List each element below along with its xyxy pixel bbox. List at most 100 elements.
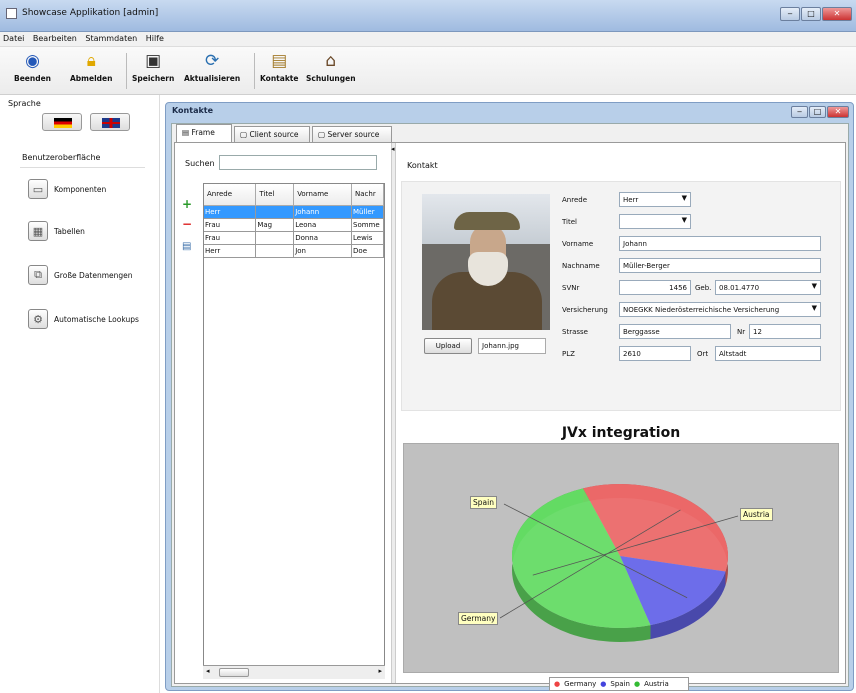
table-cell[interactable] bbox=[255, 205, 295, 219]
nachname-field[interactable]: Müller-Berger bbox=[619, 258, 821, 273]
split-divider[interactable]: ◂ bbox=[391, 143, 396, 683]
toolbar-separator bbox=[254, 53, 255, 89]
pie-label-germany: Germany bbox=[458, 612, 499, 625]
table-cell[interactable]: Mag bbox=[255, 218, 295, 232]
aktualisieren-label: Aktualisieren bbox=[184, 74, 241, 83]
menu-datei[interactable]: Datei bbox=[0, 32, 27, 43]
sidebar: Sprache Benutzeroberfläche ▭ Komponenten… bbox=[0, 95, 160, 693]
titel-select[interactable]: ▼ bbox=[619, 214, 691, 229]
abmelden-button[interactable]: 🔒︎ Abmelden bbox=[70, 51, 112, 83]
sidebar-item-label: Automatische Lookups bbox=[54, 314, 139, 324]
table-cell[interactable]: Lewis bbox=[351, 231, 384, 245]
upload-button[interactable]: Upload bbox=[424, 338, 472, 354]
window-title: Showcase Applikation [admin] bbox=[22, 8, 159, 18]
file-name-field: Johann.jpg bbox=[478, 338, 546, 354]
tab-server-source[interactable]: ▢ Server source bbox=[312, 126, 392, 142]
app-icon bbox=[6, 8, 17, 19]
maximize-icon[interactable]: □ bbox=[809, 106, 826, 118]
pie-chart-panel: JVx integration Spain Austria Germany ● G… bbox=[401, 419, 841, 691]
table-cell[interactable]: Leona bbox=[293, 218, 353, 232]
table-cell[interactable]: Johann bbox=[293, 205, 353, 219]
tab-client-source[interactable]: ▢ Client source bbox=[234, 126, 310, 142]
database-icon: ⧉ bbox=[28, 265, 48, 285]
table-cell[interactable]: Herr bbox=[204, 244, 257, 258]
contacts-table: Anrede Titel Vorname Nachr Herr Johann M… bbox=[203, 183, 385, 679]
menu-hilfe[interactable]: Hilfe bbox=[143, 32, 167, 43]
table-cell[interactable]: Somme bbox=[351, 218, 384, 232]
abmelden-label: Abmelden bbox=[70, 74, 113, 83]
menu-bearbeiten[interactable]: Bearbeiten bbox=[30, 32, 80, 43]
table-cell[interactable]: Frau bbox=[204, 218, 257, 232]
uk-flag-icon bbox=[102, 118, 120, 128]
table-row[interactable]: Frau Mag Leona Somme bbox=[204, 218, 384, 232]
plz-field[interactable]: 2610 bbox=[619, 346, 691, 361]
ort-label: Ort bbox=[697, 350, 709, 358]
tab-frame[interactable]: ▤ Frame bbox=[176, 124, 232, 142]
horizontal-scrollbar[interactable]: ◂ ▸ bbox=[203, 665, 385, 679]
table-cell[interactable] bbox=[255, 244, 295, 258]
schulungen-button[interactable]: ⌂ Schulungen bbox=[306, 51, 356, 83]
nr-field[interactable]: 12 bbox=[749, 324, 821, 339]
contact-detail-panel: Upload Johann.jpg Anrede Herr ▼ Titel ▼ V… bbox=[401, 181, 841, 411]
versicherung-select[interactable]: NOEGKK Niederösterreichische Versicherun… bbox=[619, 302, 821, 317]
column-header[interactable]: Nachr bbox=[351, 184, 384, 206]
table-row[interactable]: Herr Johann Müller bbox=[204, 205, 384, 219]
vorname-field[interactable]: Johann bbox=[619, 236, 821, 251]
scroll-left-icon[interactable]: ◂ bbox=[206, 667, 210, 675]
sidebar-item-automatische-lookups[interactable]: ⚙ Automatische Lookups bbox=[28, 309, 139, 329]
table-row[interactable]: Herr Jon Doe bbox=[204, 244, 384, 258]
kontakte-button[interactable]: ▤ Kontakte bbox=[260, 51, 298, 83]
versicherung-label: Versicherung bbox=[562, 306, 608, 314]
column-header[interactable]: Titel bbox=[255, 184, 295, 206]
search-input[interactable] bbox=[219, 155, 377, 170]
beenden-button[interactable]: ◉ Beenden bbox=[14, 51, 51, 83]
save-icon: ▣ bbox=[145, 51, 162, 71]
menu-stammdaten[interactable]: Stammdaten bbox=[82, 32, 140, 43]
add-row-icon[interactable]: + bbox=[182, 197, 192, 211]
close-icon[interactable]: ✕ bbox=[822, 7, 852, 21]
maximize-icon[interactable]: □ bbox=[801, 7, 821, 21]
delete-row-icon[interactable]: − bbox=[182, 217, 192, 231]
titel-label: Titel bbox=[562, 218, 578, 226]
chevron-down-icon: ▼ bbox=[811, 282, 817, 290]
column-header[interactable]: Vorname bbox=[293, 184, 353, 206]
gear-icon: ⚙ bbox=[28, 309, 48, 329]
sidebar-item-grosse-datenmengen[interactable]: ⧉ Große Datenmengen bbox=[28, 265, 133, 285]
table-cell[interactable] bbox=[255, 231, 295, 245]
german-flag-button[interactable] bbox=[42, 113, 82, 131]
table-cell[interactable]: Frau bbox=[204, 231, 257, 245]
table-cell[interactable]: Müller bbox=[351, 205, 384, 219]
table-row[interactable]: Frau Donna Lewis bbox=[204, 231, 384, 245]
divider bbox=[20, 167, 145, 168]
english-flag-button[interactable] bbox=[90, 113, 130, 131]
strasse-field[interactable]: Berggasse bbox=[619, 324, 731, 339]
scroll-right-icon[interactable]: ▸ bbox=[378, 667, 382, 675]
sidebar-item-komponenten[interactable]: ▭ Komponenten bbox=[28, 179, 106, 199]
table-cell[interactable]: Doe bbox=[351, 244, 384, 258]
frame-title: Kontakte bbox=[172, 106, 214, 115]
close-icon[interactable]: ✕ bbox=[827, 106, 849, 118]
geburtsdatum-field[interactable]: 08.01.4770 ▼ bbox=[715, 280, 821, 295]
aktualisieren-button[interactable]: ⟳ Aktualisieren bbox=[184, 51, 240, 83]
chart-plot-area: Spain Austria Germany bbox=[403, 443, 839, 673]
table-cell[interactable]: Donna bbox=[293, 231, 353, 245]
power-icon: ◉ bbox=[25, 51, 40, 71]
export-icon[interactable]: ▤ bbox=[182, 241, 191, 252]
svnr-field[interactable]: 1456 bbox=[619, 280, 691, 295]
scroll-thumb[interactable] bbox=[219, 668, 249, 677]
strasse-label: Strasse bbox=[562, 328, 588, 336]
speichern-button[interactable]: ▣ Speichern bbox=[132, 51, 174, 83]
anrede-select[interactable]: Herr ▼ bbox=[619, 192, 691, 207]
collapse-arrow-icon[interactable]: ◂ bbox=[391, 145, 395, 153]
minimize-icon[interactable]: ‒ bbox=[780, 7, 800, 21]
column-header[interactable]: Anrede bbox=[204, 184, 257, 206]
anrede-label: Anrede bbox=[562, 196, 588, 204]
ort-field[interactable]: Altstadt bbox=[715, 346, 821, 361]
window-icon: ▭ bbox=[28, 179, 48, 199]
table-cell[interactable]: Herr bbox=[204, 205, 257, 219]
chart-legend: ● Germany ● Spain ● Austria bbox=[549, 677, 689, 691]
sidebar-item-tabellen[interactable]: ▦ Tabellen bbox=[28, 221, 85, 241]
table-cell[interactable]: Jon bbox=[293, 244, 353, 258]
legend-marker: ● bbox=[633, 680, 641, 688]
minimize-icon[interactable]: ‒ bbox=[791, 106, 808, 118]
